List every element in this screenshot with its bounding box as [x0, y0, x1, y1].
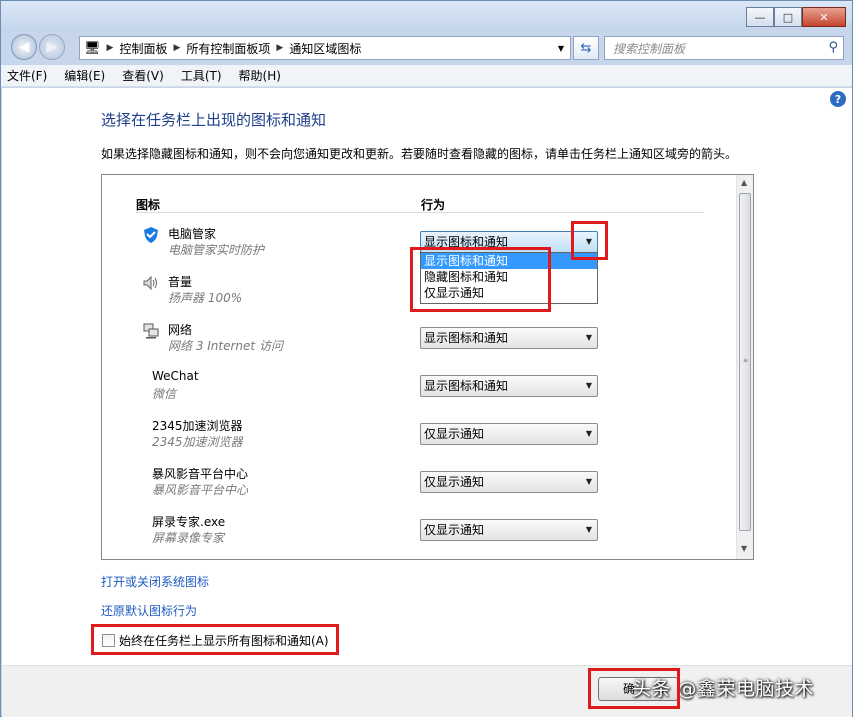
- control-panel-window: — □ ✕ ◀ ▶ 🖥 ▶ 控制面板 ▶ 所有控制面板项 ▶ 通知区域图标 ▼ …: [0, 0, 853, 717]
- dropdown-value: 仅显示通知: [424, 475, 485, 489]
- app-name: 屏录专家.exe: [152, 515, 226, 529]
- app-description: 暴风影音平台中心: [152, 483, 249, 497]
- minimize-button[interactable]: —: [746, 7, 774, 27]
- scroll-down-icon[interactable]: ▼: [741, 544, 747, 553]
- chevron-right-icon: ▶: [276, 43, 284, 53]
- dropdown-value: 仅显示通知: [424, 523, 485, 537]
- dropdown-value: 仅显示通知: [424, 427, 485, 441]
- refresh-button[interactable]: ⇆: [573, 36, 599, 60]
- page-title: 选择在任务栏上出现的图标和通知: [101, 111, 327, 129]
- chevron-down-icon[interactable]: ▼: [586, 376, 592, 396]
- app-description: 扬声器 100%: [168, 291, 243, 305]
- chevron-down-icon[interactable]: ▼: [586, 424, 592, 444]
- app-name: WeChat: [152, 369, 199, 383]
- network-icon: [142, 322, 160, 340]
- app-description: 2345加速浏览器: [152, 435, 243, 449]
- list-item: 暴风影音平台中心 暴风影音平台中心 仅显示通知 ▼: [102, 463, 732, 511]
- help-icon[interactable]: ?: [830, 91, 846, 107]
- link-system-icons[interactable]: 打开或关闭系统图标: [101, 573, 209, 590]
- dropdown-value: 显示图标和通知: [424, 331, 509, 345]
- chevron-right-icon: ▶: [173, 43, 181, 53]
- list-item: WeChat 微信 显示图标和通知 ▼: [102, 367, 732, 415]
- app-description: 网络 3 Internet 访问: [168, 339, 283, 353]
- address-bar[interactable]: 🖥 ▶ 控制面板 ▶ 所有控制面板项 ▶ 通知区域图标 ▼: [79, 36, 571, 60]
- behavior-dropdown[interactable]: 仅显示通知 ▼: [420, 423, 598, 445]
- highlight-dropdown-options: [410, 247, 551, 312]
- search-input[interactable]: 搜索控制面板 ⚲: [604, 36, 844, 60]
- app-name: 网络: [168, 323, 193, 337]
- app-name: 2345加速浏览器: [152, 419, 243, 433]
- link-restore-defaults[interactable]: 还原默认图标行为: [101, 602, 197, 619]
- title-bar: — □ ✕: [1, 1, 852, 31]
- maximize-button[interactable]: □: [774, 7, 802, 27]
- dropdown-value: 显示图标和通知: [424, 379, 509, 393]
- forward-arrow-icon: ▶: [46, 39, 58, 55]
- address-dropdown-icon[interactable]: ▼: [558, 44, 564, 53]
- list-item: 网络 网络 3 Internet 访问 显示图标和通知 ▼: [102, 319, 732, 367]
- chevron-down-icon[interactable]: ▼: [586, 520, 592, 540]
- behavior-dropdown[interactable]: 仅显示通知 ▼: [420, 471, 598, 493]
- menu-file[interactable]: 文件(F): [7, 67, 47, 84]
- behavior-dropdown[interactable]: 显示图标和通知 ▼: [420, 375, 598, 397]
- app-description: 微信: [152, 387, 177, 401]
- highlight-always-show: [91, 624, 339, 655]
- vertical-scrollbar[interactable]: ▲ ≡ ▼: [736, 175, 753, 559]
- behavior-dropdown[interactable]: 仅显示通知 ▼: [420, 519, 598, 541]
- speaker-icon: [142, 274, 160, 292]
- list-item: 屏录专家.exe 屏幕录像专家 仅显示通知 ▼: [102, 511, 732, 559]
- back-button[interactable]: ◀: [11, 34, 37, 60]
- menu-view[interactable]: 查看(V): [122, 67, 164, 84]
- column-header-behavior: 行为: [421, 198, 446, 212]
- page-description: 如果选择隐藏图标和通知，则不会向您通知更改和更新。若要随时查看隐藏的图标，请单击…: [101, 147, 738, 161]
- app-name: 音量: [168, 275, 193, 289]
- menu-bar: 文件(F) 编辑(E) 查看(V) 工具(T) 帮助(H): [1, 65, 852, 87]
- chevron-down-icon[interactable]: ▼: [586, 328, 592, 348]
- scrollbar-thumb[interactable]: ≡: [739, 193, 751, 531]
- scroll-up-icon[interactable]: ▲: [741, 178, 747, 187]
- app-name: 暴风影音平台中心: [152, 467, 249, 481]
- main-content: ? 选择在任务栏上出现的图标和通知 如果选择隐藏图标和通知，则不会向您通知更改和…: [2, 88, 852, 665]
- navigation-bar: ◀ ▶ 🖥 ▶ 控制面板 ▶ 所有控制面板项 ▶ 通知区域图标 ▼ ⇆ 搜索控制…: [1, 32, 852, 64]
- breadcrumb-notification-icons[interactable]: 通知区域图标: [289, 40, 361, 57]
- search-placeholder: 搜索控制面板: [613, 41, 686, 56]
- breadcrumb-control-panel[interactable]: 控制面板: [119, 40, 167, 57]
- close-button[interactable]: ✕: [802, 7, 846, 27]
- highlight-dropdown-arrow: [571, 221, 608, 260]
- search-icon[interactable]: ⚲: [828, 40, 838, 55]
- app-description: 屏幕录像专家: [152, 531, 225, 545]
- menu-edit[interactable]: 编辑(E): [64, 67, 105, 84]
- menu-help[interactable]: 帮助(H): [239, 67, 281, 84]
- behavior-dropdown[interactable]: 显示图标和通知 ▼: [420, 327, 598, 349]
- app-description: 电脑管家实时防护: [168, 243, 265, 257]
- grip-icon: ≡: [743, 357, 749, 364]
- column-header-icon: 图标: [136, 198, 161, 212]
- chevron-down-icon[interactable]: ▼: [586, 472, 592, 492]
- chevron-right-icon: ▶: [106, 43, 114, 53]
- breadcrumb-all-items[interactable]: 所有控制面板项: [186, 40, 270, 57]
- list-item: 2345加速浏览器 2345加速浏览器 仅显示通知 ▼: [102, 415, 732, 463]
- header-divider: [136, 212, 704, 213]
- computer-icon: 🖥: [84, 40, 101, 56]
- menu-tools[interactable]: 工具(T): [181, 67, 222, 84]
- forward-button[interactable]: ▶: [39, 34, 65, 60]
- refresh-icon: ⇆: [580, 40, 592, 56]
- window-controls: — □ ✕: [746, 7, 846, 27]
- highlight-ok-button: [588, 668, 680, 709]
- back-arrow-icon: ◀: [18, 39, 30, 55]
- dialog-footer: 确 头条 @鑫荣电脑技术: [2, 665, 852, 717]
- icon-list-panel: 图标 行为 电脑管家 电脑管家实时防护 显示图标和通知 ▼ 显示图标和通知 隐藏…: [101, 174, 754, 560]
- app-name: 电脑管家: [168, 227, 217, 241]
- shield-icon: [142, 226, 160, 244]
